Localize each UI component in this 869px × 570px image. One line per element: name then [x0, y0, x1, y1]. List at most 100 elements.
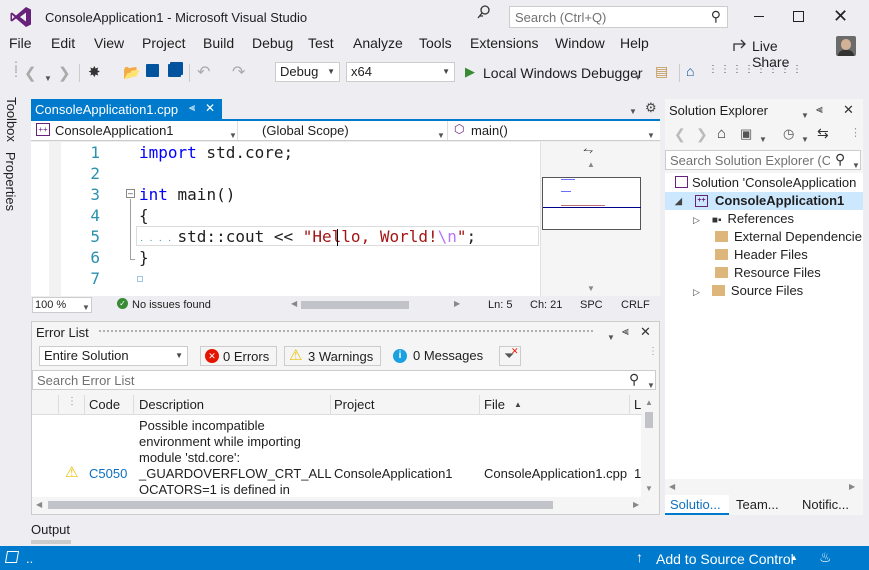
solution-configurations-select[interactable]: Debug ▼	[275, 62, 340, 82]
pin-icon[interactable]: ⫷	[622, 324, 629, 339]
menu-tools[interactable]: Tools	[419, 35, 452, 51]
close-icon[interactable]: ✕	[640, 324, 651, 340]
menu-project[interactable]: Project	[142, 35, 186, 51]
side-tab-properties[interactable]: Properties	[3, 150, 25, 216]
messages-filter-button[interactable]: i 0 Messages	[388, 346, 488, 366]
menu-test[interactable]: Test	[308, 35, 334, 51]
home-icon[interactable]: ⌂	[717, 125, 726, 142]
scroll-left-icon[interactable]: ◀	[36, 500, 42, 509]
menu-debug[interactable]: Debug	[252, 35, 293, 51]
scroll-left-icon[interactable]: ◀	[669, 482, 675, 491]
panel-dropdown-icon[interactable]: ▼	[607, 328, 615, 343]
close-icon[interactable]: ✕	[843, 102, 854, 118]
table-row[interactable]: ⚠ C5050 Possible incompatible environmen…	[32, 415, 641, 497]
toolbar-overflow-icon[interactable]: ⋮	[850, 126, 861, 139]
column-header-file[interactable]: File	[484, 395, 505, 415]
scroll-left-icon[interactable]: ◀	[291, 299, 297, 308]
project-dropdown[interactable]: ++ ConsoleApplication1 ▼	[33, 121, 238, 140]
tab-dropdown-icon[interactable]: ▼	[629, 102, 637, 117]
error-list-vscrollbar[interactable]: ▲ ▼	[642, 394, 656, 497]
menu-view[interactable]: View	[94, 35, 124, 51]
tree-item-project[interactable]: ◢ ++ ConsoleApplication1	[665, 192, 863, 210]
menu-edit[interactable]: Edit	[51, 35, 75, 51]
outline-collapse-icon[interactable]: –	[126, 189, 135, 198]
add-to-source-control-button[interactable]: ↑ Add to Source Control ▲	[636, 549, 801, 567]
tab-output[interactable]: Output	[31, 520, 73, 544]
toolbar-overflow-icon[interactable]: ⋮⋮⋮⋮⋮⋮⋮⋮	[708, 64, 804, 75]
column-filter-icon[interactable]: ⋮	[67, 396, 77, 407]
live-share-button[interactable]: Live Share	[732, 37, 817, 70]
open-file-icon[interactable]: 📂	[123, 64, 140, 81]
new-project-icon[interactable]: ✸	[88, 63, 101, 81]
solution-hscrollbar[interactable]: ◀ ▶	[665, 479, 863, 495]
error-list-hscrollbar[interactable]: ◀ ▶	[32, 497, 656, 513]
switch-views-icon[interactable]: ▣	[740, 126, 752, 142]
panel-dropdown-icon[interactable]: ▼	[801, 106, 809, 121]
split-window-icon[interactable]: ⥊	[583, 142, 593, 158]
warnings-filter-button[interactable]: ⚠ 3 Warnings	[284, 346, 381, 366]
menu-window[interactable]: Window	[555, 35, 605, 51]
tree-item-references[interactable]: ▷ ■▪ References	[693, 210, 794, 228]
scroll-down-icon[interactable]: ▼	[645, 484, 653, 493]
tree-item-resource-files[interactable]: Resource Files	[715, 264, 821, 282]
minimize-button[interactable]	[752, 8, 766, 22]
save-icon[interactable]	[146, 64, 159, 77]
column-header-code[interactable]: Code	[89, 395, 120, 415]
save-all-icon[interactable]	[168, 64, 181, 77]
close-button[interactable]: ✕	[833, 7, 848, 25]
error-list-search[interactable]: Search Error List ⚲ ▼	[32, 370, 656, 390]
zoom-select[interactable]: 100 % ▼	[32, 297, 92, 313]
navigate-back-icon[interactable]: ❮	[24, 64, 37, 82]
back-icon[interactable]: ❮	[674, 126, 686, 143]
column-header-description[interactable]: Description	[139, 395, 204, 415]
tab-solution-explorer[interactable]: Solutio...	[665, 495, 729, 515]
tab-consoleapplication1-cpp[interactable]: ConsoleApplication1.cpp ⫷ ✕	[31, 99, 222, 119]
scroll-right-icon[interactable]: ▶	[454, 299, 460, 308]
scroll-up-icon[interactable]: ▲	[645, 398, 653, 407]
menu-file[interactable]: File	[9, 35, 32, 51]
pending-changes-filter-icon[interactable]: ◷	[783, 126, 794, 142]
error-scope-select[interactable]: Entire Solution ▼	[39, 346, 188, 366]
redo-icon[interactable]: ↷	[232, 62, 245, 82]
line-indicator[interactable]: Ln: 5	[488, 299, 512, 311]
gear-icon[interactable]: ⚙	[645, 100, 657, 116]
side-tab-toolbox[interactable]: Toolbox	[3, 96, 25, 146]
column-indicator[interactable]: Ch: 21	[530, 299, 562, 311]
tab-team-explorer[interactable]: Team...	[731, 495, 795, 515]
menu-extensions[interactable]: Extensions	[470, 35, 538, 51]
navigate-forward-icon[interactable]: ❯	[58, 64, 71, 82]
attach-process-icon[interactable]: ▤	[655, 63, 668, 80]
pin-icon[interactable]: ⫷	[816, 102, 823, 117]
column-header-project[interactable]: Project	[334, 395, 374, 415]
tree-item-source-files[interactable]: ▷ Source Files	[693, 282, 803, 300]
back-dropdown-icon[interactable]: ▼	[44, 69, 52, 84]
undo-icon[interactable]: ↶	[197, 62, 210, 82]
scroll-right-icon[interactable]: ▶	[633, 500, 639, 509]
error-code-link[interactable]: C5050	[89, 466, 127, 481]
menu-analyze[interactable]: Analyze	[353, 35, 403, 51]
menu-help[interactable]: Help	[620, 35, 649, 51]
maximize-button[interactable]	[793, 11, 804, 22]
tree-item-solution[interactable]: Solution 'ConsoleApplication	[675, 174, 856, 192]
tree-item-external-dependencies[interactable]: External Dependencie	[715, 228, 862, 246]
quick-launch-search[interactable]: Search (Ctrl+Q) ⚲	[509, 6, 728, 28]
tab-notifications[interactable]: Notific...	[797, 495, 861, 515]
errors-filter-button[interactable]: ✕ 0 Errors	[200, 346, 277, 366]
scroll-right-icon[interactable]: ▶	[849, 482, 855, 491]
build-intellisense-filter-button[interactable]: ⏷ ✕	[499, 346, 521, 366]
solution-platforms-select[interactable]: x64 ▼	[346, 62, 455, 82]
feedback-icon[interactable]	[476, 4, 492, 20]
sync-icon[interactable]: ⇆	[817, 125, 829, 142]
forward-icon[interactable]: ❯	[696, 126, 708, 143]
close-icon[interactable]: ✕	[205, 101, 215, 115]
issues-status[interactable]: No issues found	[132, 299, 211, 311]
quick-action-icon[interactable]	[137, 276, 143, 282]
member-dropdown[interactable]: ⬡ main() ▼	[451, 121, 656, 140]
tree-item-header-files[interactable]: Header Files	[715, 246, 808, 264]
line-ending-indicator[interactable]: CRLF	[621, 299, 650, 311]
scrollbar-thumb[interactable]	[48, 501, 553, 509]
menu-build[interactable]: Build	[203, 35, 234, 51]
scroll-up-icon[interactable]: ▲	[587, 160, 595, 169]
column-header-line[interactable]: L	[634, 395, 641, 415]
start-debugging-button[interactable]: ▶ Local Windows Debugger ▼	[463, 63, 643, 83]
